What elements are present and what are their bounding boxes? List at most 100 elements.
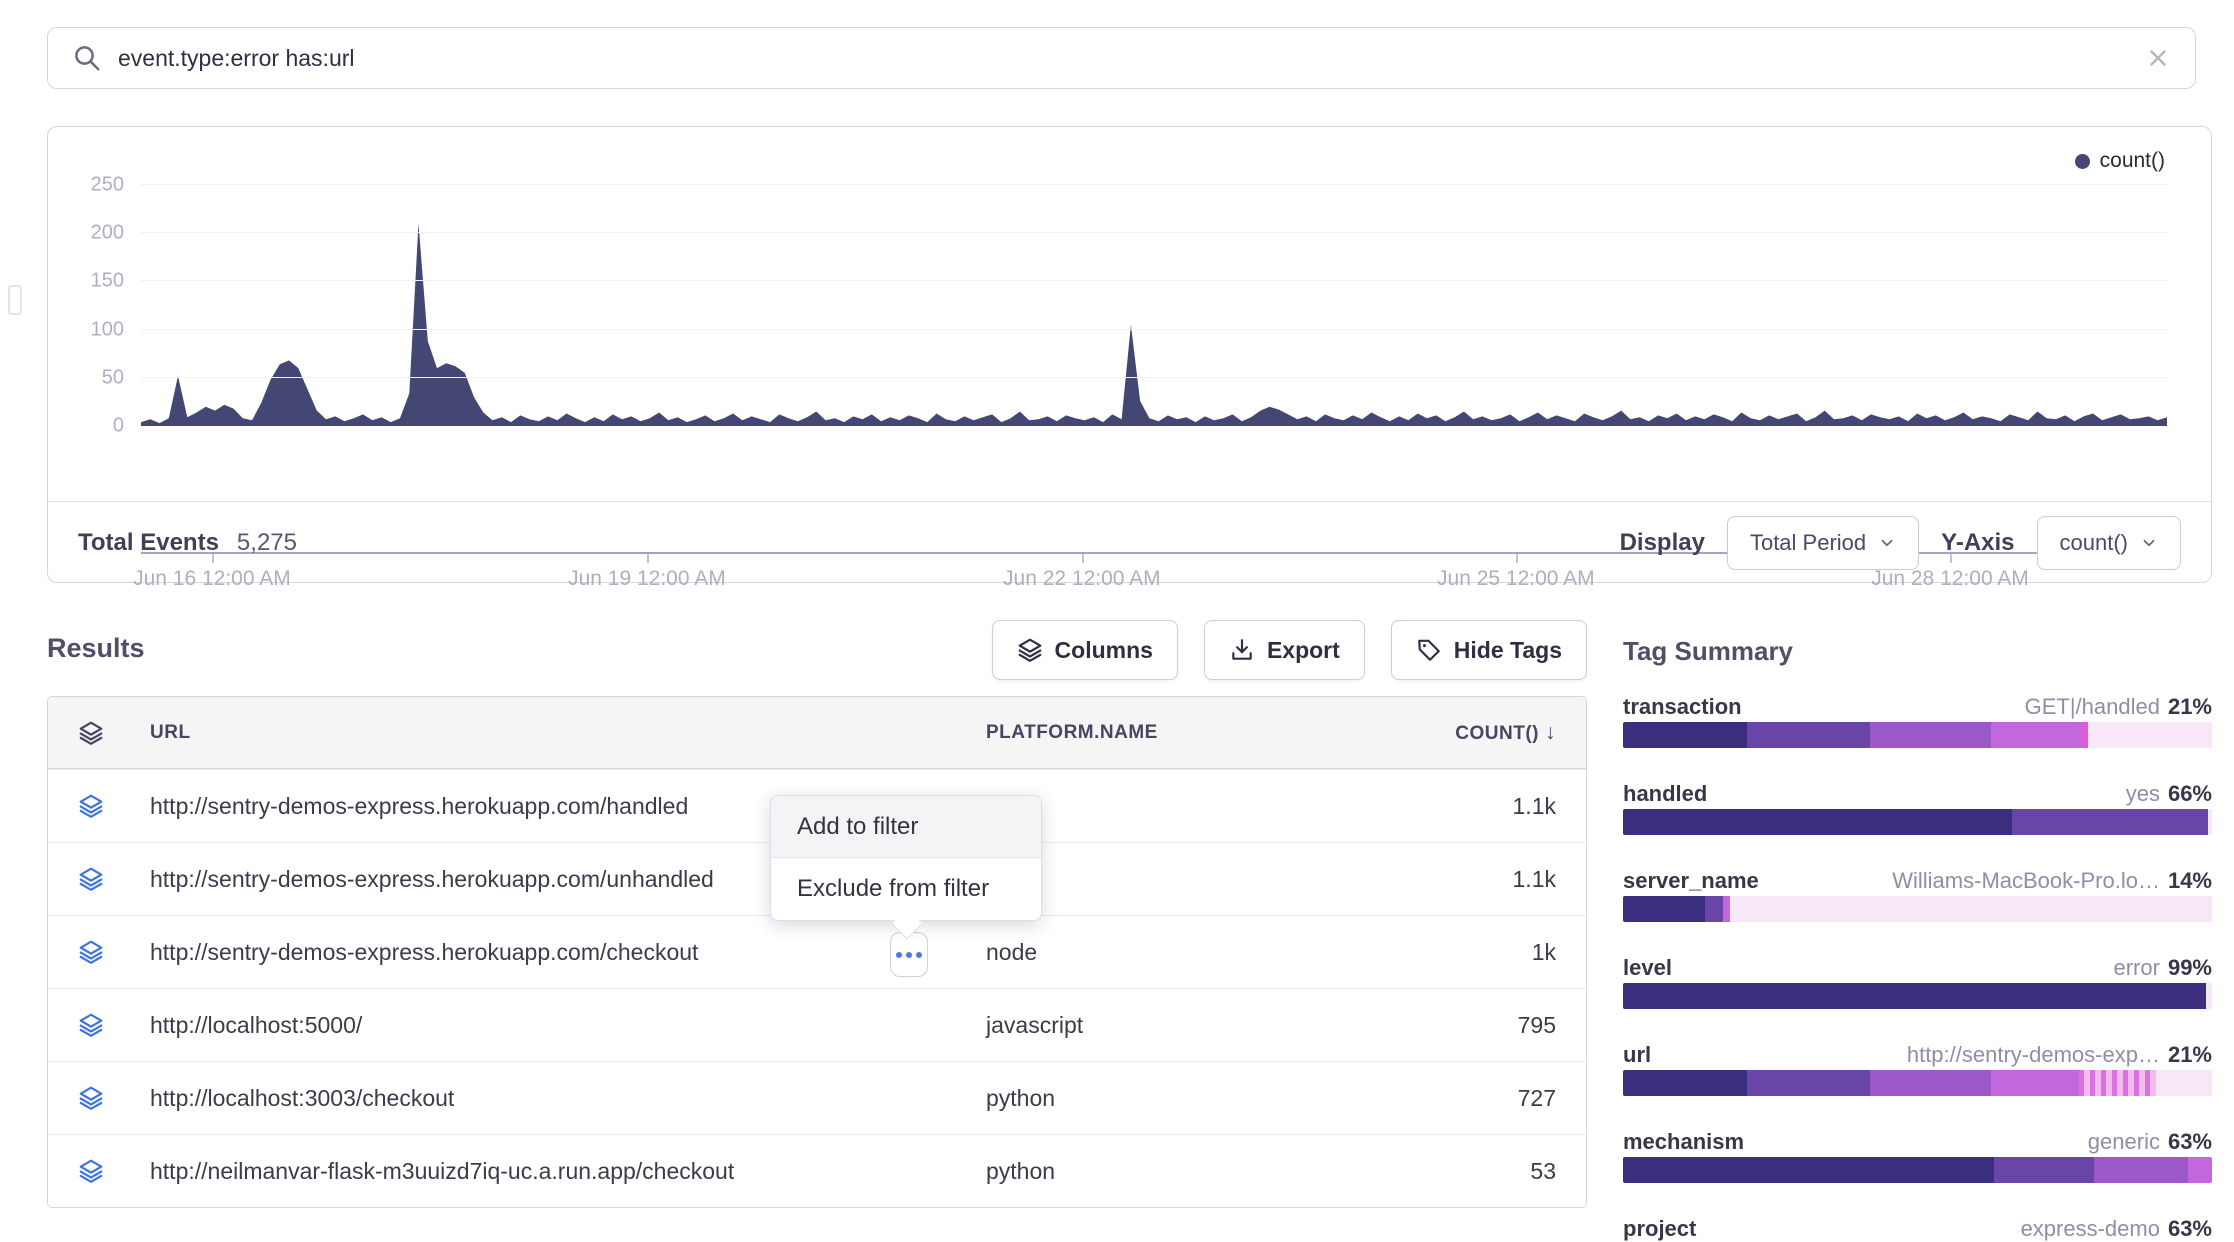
table-row[interactable]: http://neilmanvar-flask-m3uuizd7iq-uc.a.… — [48, 1134, 1586, 1207]
table-header-row: URLPLATFORM.NAMECOUNT()↓ — [48, 697, 1586, 769]
tag-top-value: GET|/handled — [2025, 694, 2160, 719]
tag-percent: 99% — [2168, 955, 2212, 980]
column-header-count[interactable]: COUNT()↓ — [1426, 721, 1556, 745]
columns-button[interactable]: Columns — [992, 620, 1178, 680]
table-row[interactable]: http://localhost:5000/javascript795 — [48, 988, 1586, 1061]
tag-name: url — [1623, 1042, 1651, 1068]
display-dropdown[interactable]: Total Period — [1727, 516, 1919, 570]
x-tick — [1950, 554, 1952, 563]
button-label: Hide Tags — [1454, 637, 1562, 664]
y-tick-label: 100 — [54, 318, 124, 341]
tag-name: project — [1623, 1216, 1696, 1242]
clear-search-icon[interactable] — [2145, 45, 2171, 71]
tag-percent: 63% — [2168, 1129, 2212, 1154]
button-label: Export — [1267, 637, 1340, 664]
x-tick-label: Jun 28 12:00 AM — [1871, 567, 2029, 591]
x-tick — [1516, 554, 1518, 563]
events-chart-card: count() 050100150200250 Total Events 5,2… — [47, 126, 2212, 583]
layers-icon — [78, 1085, 104, 1111]
tag-top-value: http://sentry-demos-exp… — [1907, 1042, 2160, 1067]
tag-distribution-bar[interactable] — [1623, 722, 2212, 748]
y-tick-label: 250 — [54, 173, 124, 196]
tag-top-value: generic — [2088, 1129, 2160, 1154]
chevron-down-icon — [1878, 534, 1896, 552]
tag-distribution-bar[interactable] — [1623, 896, 2212, 922]
url-cell[interactable]: http://sentry-demos-express.herokuapp.co… — [150, 939, 986, 966]
tag-top-value: yes — [2126, 781, 2160, 806]
y-tick-label: 0 — [54, 415, 124, 438]
tag-distribution-bar[interactable] — [1623, 1070, 2212, 1096]
add-to-filter-menu-item[interactable]: Add to filter — [771, 796, 1041, 858]
cell-context-menu: Add to filterExclude from filter — [770, 795, 1042, 921]
cell-actions-button[interactable] — [890, 932, 928, 977]
platform-cell: javascript — [986, 1012, 1426, 1039]
export-button[interactable]: Export — [1204, 620, 1365, 680]
y-tick-label: 50 — [54, 366, 124, 389]
count-cell: 1.1k — [1426, 793, 1556, 820]
layers-icon — [78, 1158, 104, 1184]
y-tick-label: 200 — [54, 222, 124, 245]
chevron-down-icon — [2140, 534, 2158, 552]
tag-name: level — [1623, 955, 1672, 981]
events-area-chart: 050100150200250 — [141, 151, 2167, 426]
gridline — [141, 329, 2167, 330]
tag-percent: 63% — [2168, 1216, 2212, 1241]
yaxis-label: Y-Axis — [1941, 529, 2014, 557]
layers-icon — [78, 866, 104, 892]
layers-icon — [78, 939, 104, 965]
search-input[interactable]: event.type:error has:url — [118, 45, 2145, 72]
tag-top-value: express-demo — [2021, 1216, 2160, 1241]
gridline — [141, 184, 2167, 185]
column-header-platform[interactable]: PLATFORM.NAME — [986, 722, 1426, 744]
tag-block-mechanism: mechanism generic 63% — [1623, 1129, 2212, 1155]
tag-block-project: project express-demo 63% — [1623, 1216, 2212, 1242]
layers-icon — [1017, 637, 1043, 663]
sidebar-collapse-handle[interactable] — [8, 285, 22, 315]
yaxis-dropdown[interactable]: count() — [2037, 516, 2181, 570]
tag-name: server_name — [1623, 868, 1759, 894]
search-icon — [72, 43, 102, 73]
x-tick — [647, 554, 649, 563]
url-cell[interactable]: http://neilmanvar-flask-m3uuizd7iq-uc.a.… — [150, 1158, 986, 1185]
tag-block-level: level error 99% — [1623, 955, 2212, 981]
x-tick-label: Jun 16 12:00 AM — [133, 567, 291, 591]
tag-block-handled: handledyes66% — [1623, 781, 2212, 807]
tag-summary-title: Tag Summary — [1623, 636, 2212, 667]
tag-top-value: Williams-MacBook-Pro.lo… — [1892, 868, 2160, 893]
table-row[interactable]: http://localhost:3003/checkoutpython727 — [48, 1061, 1586, 1134]
layers-icon — [78, 1012, 104, 1038]
tag-distribution-bar[interactable] — [1623, 809, 2212, 835]
gridline — [141, 280, 2167, 281]
table-row[interactable]: http://sentry-demos-express.herokuapp.co… — [48, 915, 1586, 988]
tag-distribution-bar[interactable] — [1623, 1157, 2212, 1183]
tag-percent: 21% — [2168, 694, 2212, 719]
url-cell[interactable]: http://localhost:3003/checkout — [150, 1085, 986, 1112]
count-cell: 1k — [1426, 939, 1556, 966]
search-bar[interactable]: event.type:error has:url — [47, 27, 2196, 89]
x-tick — [1082, 554, 1084, 563]
sort-desc-icon: ↓ — [1545, 721, 1556, 744]
results-actions: Columns Export Hide Tags — [47, 620, 1587, 680]
display-label: Display — [1620, 529, 1705, 557]
yaxis-dropdown-value: count() — [2060, 530, 2128, 556]
url-cell[interactable]: http://localhost:5000/ — [150, 1012, 986, 1039]
tag-percent: 21% — [2168, 1042, 2212, 1067]
total-events: Total Events 5,275 — [78, 529, 297, 557]
tag-block-server_name: server_nameWilliams-MacBook-Pro.lo…14% — [1623, 868, 2212, 894]
column-header-url[interactable]: URL — [150, 722, 986, 744]
total-events-label: Total Events — [78, 529, 219, 557]
platform-cell: python — [986, 1085, 1426, 1112]
total-events-value: 5,275 — [237, 529, 297, 557]
tag-top-value: error — [2114, 955, 2160, 980]
tag-block-url: url http://sentry-demos-exp… 21% — [1623, 1042, 2212, 1068]
platform-cell: python — [986, 1158, 1426, 1185]
tag-distribution-bar[interactable] — [1623, 983, 2212, 1009]
download-icon — [1229, 637, 1255, 663]
hide-tags-button[interactable]: Hide Tags — [1391, 620, 1587, 680]
gridline — [141, 377, 2167, 378]
tag-icon — [1416, 637, 1442, 663]
count-cell: 1.1k — [1426, 866, 1556, 893]
x-tick-label: Jun 22 12:00 AM — [1003, 567, 1161, 591]
layers-icon — [78, 720, 104, 746]
tag-name: mechanism — [1623, 1129, 1744, 1155]
